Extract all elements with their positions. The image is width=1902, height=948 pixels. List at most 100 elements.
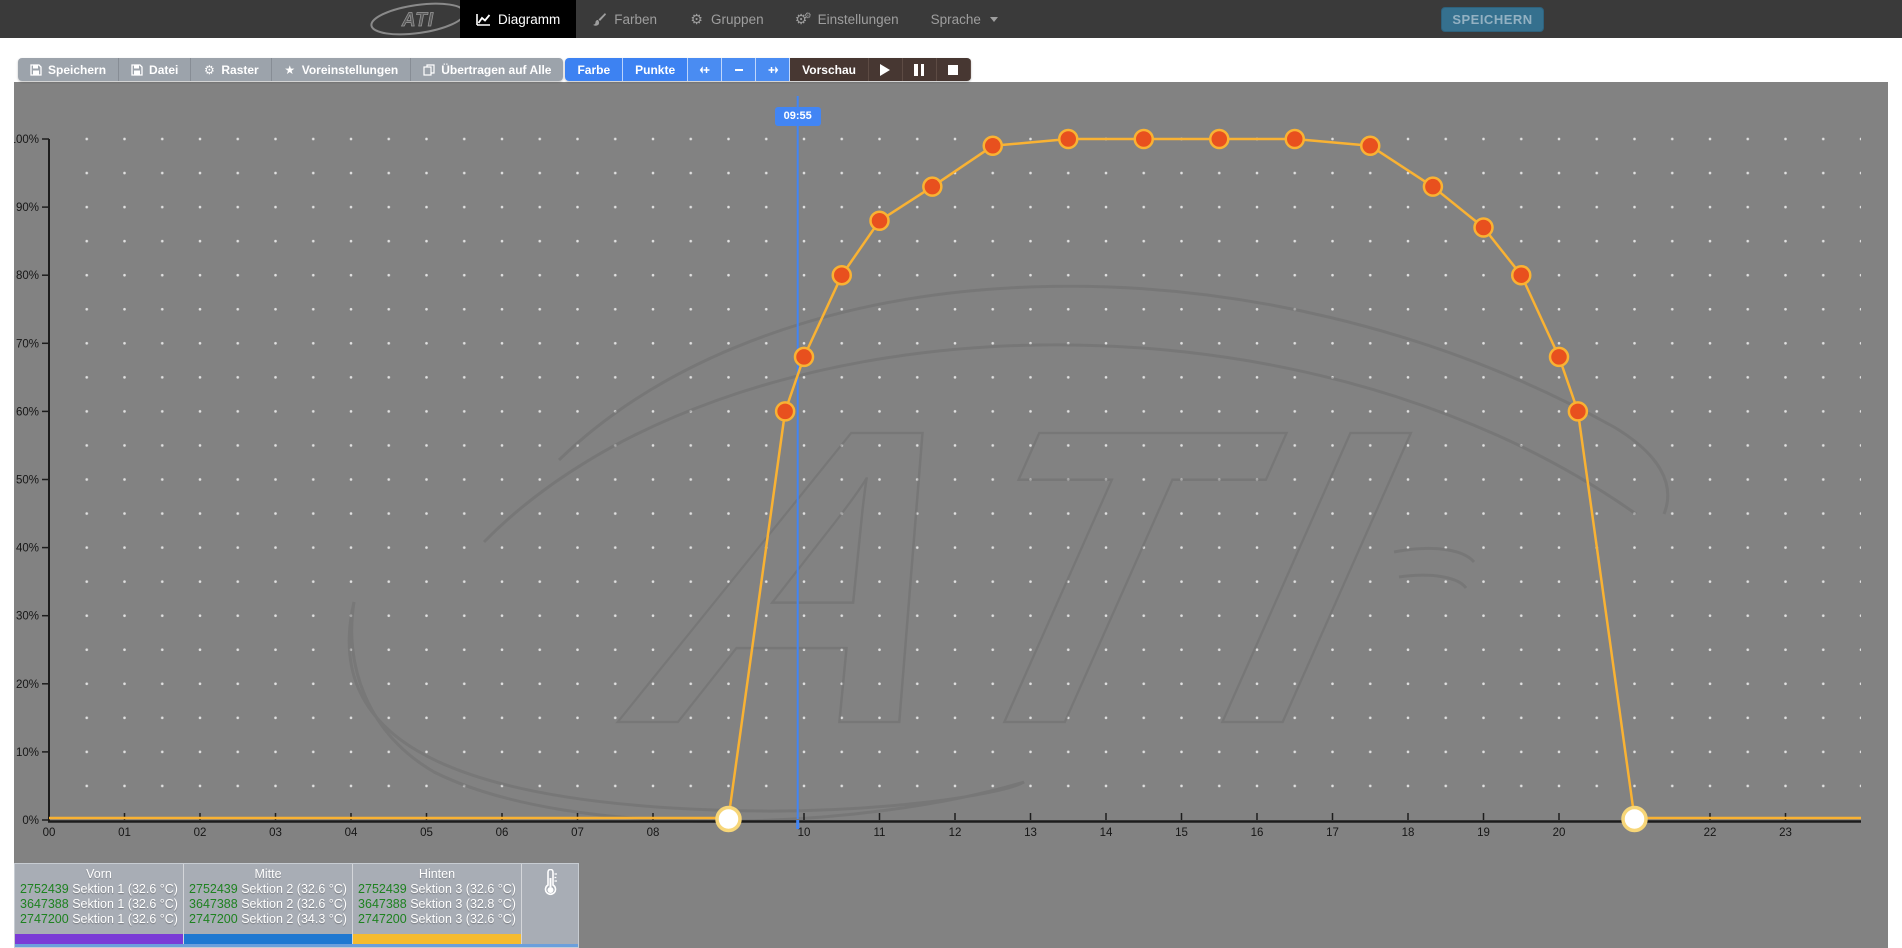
svg-text:20%: 20% [16,679,39,691]
svg-text:16: 16 [1251,827,1264,839]
chart-toolbar: Speichern Datei ⚙ Raster ★ Voreinstellun… [18,58,971,81]
ati-logo: ATI [368,2,468,36]
button-label: Übertragen auf Alle [441,63,551,77]
svg-text:60%: 60% [16,406,39,418]
zoom-in-left-button[interactable] [688,58,722,81]
legend-row: 3647388 Sektion 1 (32.6 °C) [15,897,183,912]
view-button-group: Farbe Punkte Vorschau [565,58,971,81]
button-label: Voreinstellungen [302,63,398,77]
svg-text:18: 18 [1402,827,1415,839]
section-temp: Sektion 3 (32.8 °C) [410,897,516,911]
raster-button[interactable]: ⚙ Raster [191,58,271,81]
top-navbar: ATI Diagramm Farben ⚙ Gruppen ⚙⚙ Einstel… [0,0,1902,38]
svg-text:22: 22 [1704,827,1717,839]
chart-canvas[interactable]: ATI0001020304050607081011121314151617181… [14,82,1888,948]
legend-bottom-strip [15,944,578,947]
voreinstellungen-button[interactable]: ★ Voreinstellungen [272,58,411,81]
button-label: Speichern [48,63,106,77]
svg-text:15: 15 [1175,827,1188,839]
nav-item-label: Einstellungen [818,12,899,27]
zoom-in-left-icon [699,64,711,76]
svg-text:20: 20 [1553,827,1566,839]
zoom-out-icon [733,64,745,76]
nav-item-gruppen[interactable]: ⚙ Gruppen [673,0,780,38]
nav-item-sprache[interactable]: Sprache [915,0,1014,38]
legend-column-header: Vorn [15,867,183,882]
device-id: 2752439 [358,882,407,896]
copy-icon [423,64,435,76]
svg-text:10%: 10% [16,747,39,759]
device-id: 2747200 [189,912,238,926]
time-cursor-tooltip: 09:55 [775,107,821,126]
mitte-color-bar [184,934,352,944]
vorschau-button[interactable]: Vorschau [790,58,869,81]
svg-text:30%: 30% [16,611,39,623]
device-id: 2747200 [20,912,69,926]
punkte-button[interactable]: Punkte [623,58,688,81]
button-label: Raster [221,63,258,77]
svg-text:50%: 50% [16,475,39,487]
button-label: Punkte [635,63,675,77]
svg-text:11: 11 [874,827,886,839]
svg-text:13: 13 [1024,827,1037,839]
save-curve-button[interactable]: Speichern [18,58,119,81]
legend-row: 2747200 Sektion 1 (32.6 °C) [15,912,183,927]
zoom-in-right-icon [767,64,779,76]
nav-item-farben[interactable]: Farben [576,0,673,38]
svg-text:03: 03 [269,827,282,839]
legend-row: 3647388 Sektion 2 (32.6 °C) [184,897,352,912]
svg-text:70%: 70% [16,338,39,350]
svg-text:17: 17 [1326,827,1339,839]
svg-text:80%: 80% [16,270,39,282]
nav-item-label: Farben [614,12,657,27]
pause-button[interactable] [903,58,937,81]
floppy-icon [30,64,42,76]
vorn-color-bar [15,934,183,944]
farbe-button[interactable]: Farbe [565,58,623,81]
light-curve-chart[interactable]: ATI0001020304050607081011121314151617181… [14,82,1888,948]
stop-icon [948,65,958,75]
section-temp: Sektion 2 (32.6 °C) [241,897,347,911]
device-id: 3647388 [189,897,238,911]
svg-text:100%: 100% [14,134,39,146]
svg-text:04: 04 [345,827,358,839]
zoom-in-right-button[interactable] [756,58,790,81]
file-button[interactable]: Datei [119,58,191,81]
section-temp: Sektion 2 (34.3 °C) [241,912,347,926]
svg-text:40%: 40% [16,543,39,555]
zoom-out-button[interactable] [722,58,756,81]
speichern-topbar-button[interactable]: SPEICHERN [1441,7,1544,32]
section-temp: Sektion 1 (32.6 °C) [72,882,178,896]
gear-icon: ⚙ [203,64,215,76]
section-temp: Sektion 1 (32.6 °C) [72,912,178,926]
button-label: Datei [149,63,178,77]
section-legend-panel: Vorn 2752439 Sektion 1 (32.6 °C) 3647388… [14,863,579,948]
legend-column-header: Mitte [184,867,352,882]
svg-text:90%: 90% [16,202,39,214]
uebertragen-auf-alle-button[interactable]: Übertragen auf Alle [411,58,563,81]
nav-item-einstellungen[interactable]: ⚙⚙ Einstellungen [780,0,915,38]
svg-text:ATI: ATI [401,10,434,31]
legend-row: 2752439 Sektion 1 (32.6 °C) [15,882,183,897]
svg-text:0%: 0% [22,815,39,827]
caret-down-icon [990,17,998,22]
svg-text:19: 19 [1477,827,1490,839]
nav-item-label: Gruppen [711,12,764,27]
section-temp: Sektion 2 (32.6 °C) [241,882,347,896]
nav-item-diagramm[interactable]: Diagramm [460,0,576,38]
button-label: Farbe [577,63,610,77]
nav-item-label: Diagramm [498,12,560,27]
legend-column-hinten: Hinten 2752439 Sektion 3 (32.6 °C) 36473… [353,864,522,947]
device-id: 2752439 [189,882,238,896]
brush-icon [592,12,607,27]
legend-column-vorn: Vorn 2752439 Sektion 1 (32.6 °C) 3647388… [15,864,184,947]
play-button[interactable] [869,58,903,81]
section-temp: Sektion 3 (32.6 °C) [410,912,516,926]
svg-text:02: 02 [194,827,207,839]
temperature-toggle[interactable] [522,864,578,947]
legend-column-mitte: Mitte 2752439 Sektion 2 (32.6 °C) 364738… [184,864,353,947]
svg-text:06: 06 [496,827,509,839]
stop-button[interactable] [937,58,971,81]
svg-text:12: 12 [949,827,962,839]
floppy-icon [131,64,143,76]
